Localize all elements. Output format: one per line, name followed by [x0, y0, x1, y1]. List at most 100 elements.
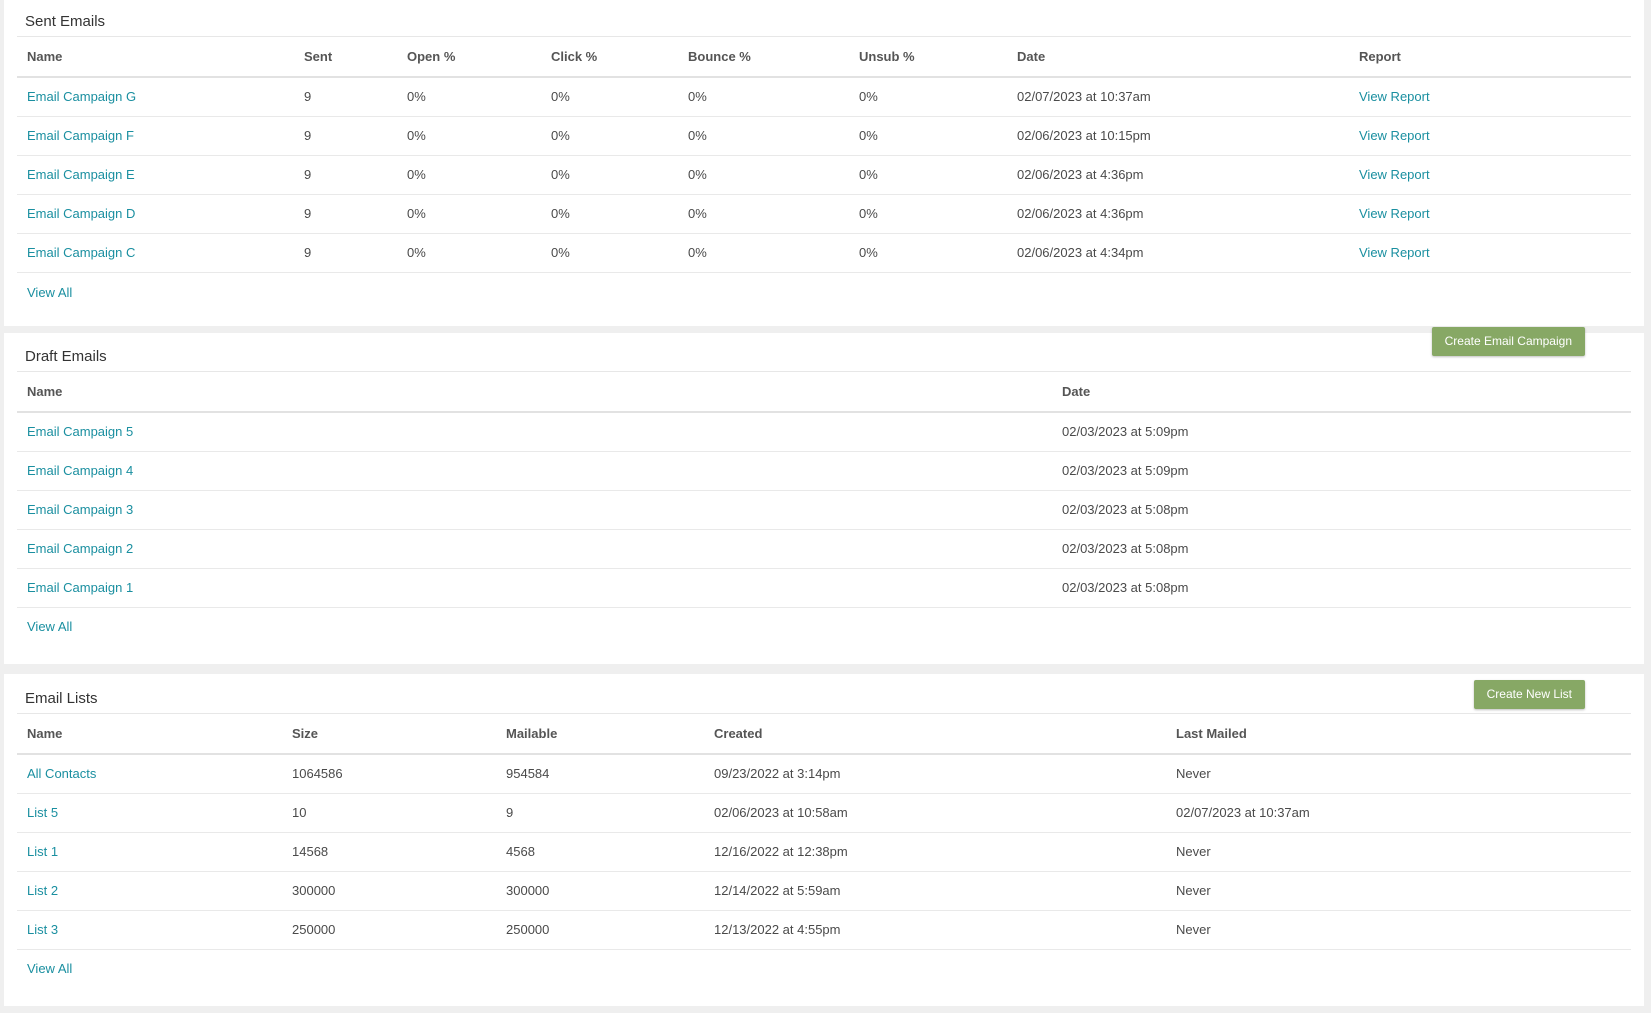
list-link[interactable]: List 1: [27, 844, 58, 859]
draft-date: 02/03/2023 at 5:08pm: [1052, 568, 1631, 608]
table-row: Email Campaign D 9 0% 0% 0% 0% 02/06/202…: [17, 194, 1631, 234]
sent-date: 02/07/2023 at 10:37am: [1007, 77, 1349, 117]
lists-view-all-link[interactable]: View All: [27, 961, 72, 976]
table-row: List 1 14568 4568 12/16/2022 at 12:38pm …: [17, 832, 1631, 872]
col-header-unsub[interactable]: Unsub %: [849, 37, 1007, 78]
list-link[interactable]: List 2: [27, 883, 58, 898]
list-last-mailed: Never: [1166, 871, 1631, 911]
email-lists-panel: Email Lists Create New List Name Size Ma…: [4, 674, 1644, 1006]
sent-emails-table: Name Sent Open % Click % Bounce % Unsub …: [17, 37, 1631, 273]
sent-emails-panel: Sent Emails Name Sent Open % Click % Bou…: [4, 0, 1644, 326]
list-last-mailed: 02/07/2023 at 10:37am: [1166, 793, 1631, 833]
list-mailable: 9: [496, 793, 704, 833]
list-mailable: 4568: [496, 832, 704, 872]
list-created: 02/06/2023 at 10:58am: [704, 793, 1166, 833]
sent-date: 02/06/2023 at 4:34pm: [1007, 233, 1349, 273]
email-lists-table: Name Size Mailable Created Last Mailed A…: [17, 714, 1631, 950]
col-header-date[interactable]: Date: [1052, 372, 1631, 413]
table-row: List 2 300000 300000 12/14/2022 at 5:59a…: [17, 871, 1631, 911]
list-last-mailed: Never: [1166, 832, 1631, 872]
table-row: Email Campaign G 9 0% 0% 0% 0% 02/07/202…: [17, 77, 1631, 117]
view-report-link[interactable]: View Report: [1359, 89, 1430, 104]
col-header-date[interactable]: Date: [1007, 37, 1349, 78]
col-header-name[interactable]: Name: [17, 37, 294, 78]
draft-campaign-link[interactable]: Email Campaign 2: [27, 541, 133, 556]
list-link[interactable]: List 5: [27, 805, 58, 820]
sent-emails-title: Sent Emails: [25, 13, 106, 30]
table-row: Email Campaign 3 02/03/2023 at 5:08pm: [17, 490, 1631, 530]
list-size: 300000: [282, 871, 496, 911]
list-link[interactable]: List 3: [27, 922, 58, 937]
view-report-link[interactable]: View Report: [1359, 245, 1430, 260]
draft-emails-panel: Draft Emails Create Email Campaign Name …: [4, 327, 1644, 664]
col-header-name[interactable]: Name: [17, 372, 1052, 413]
campaign-link[interactable]: Email Campaign G: [27, 89, 136, 104]
create-new-list-button[interactable]: Create New List: [1473, 680, 1585, 709]
open-rate: 0%: [397, 116, 541, 156]
view-report-link[interactable]: View Report: [1359, 206, 1430, 221]
click-rate: 0%: [541, 116, 678, 156]
table-row: Email Campaign 5 02/03/2023 at 5:09pm: [17, 412, 1631, 452]
col-header-created[interactable]: Created: [704, 714, 1166, 755]
col-header-name[interactable]: Name: [17, 714, 282, 755]
sent-date: 02/06/2023 at 4:36pm: [1007, 194, 1349, 234]
draft-emails-title: Draft Emails: [25, 348, 107, 365]
campaign-link[interactable]: Email Campaign F: [27, 128, 134, 143]
col-header-size[interactable]: Size: [282, 714, 496, 755]
sent-view-all-link[interactable]: View All: [27, 285, 72, 300]
list-last-mailed: Never: [1166, 754, 1631, 794]
sent-count: 9: [294, 77, 397, 117]
view-report-link[interactable]: View Report: [1359, 167, 1430, 182]
view-report-link[interactable]: View Report: [1359, 128, 1430, 143]
sent-count: 9: [294, 194, 397, 234]
email-lists-header: Email Lists Create New List: [17, 674, 1631, 714]
table-row: Email Campaign 1 02/03/2023 at 5:08pm: [17, 568, 1631, 608]
col-header-mailable[interactable]: Mailable: [496, 714, 704, 755]
bounce-rate: 0%: [678, 194, 849, 234]
open-rate: 0%: [397, 233, 541, 273]
sent-date: 02/06/2023 at 4:36pm: [1007, 155, 1349, 195]
col-header-sent[interactable]: Sent: [294, 37, 397, 78]
unsub-rate: 0%: [849, 116, 1007, 156]
list-created: 12/13/2022 at 4:55pm: [704, 910, 1166, 950]
unsub-rate: 0%: [849, 77, 1007, 117]
col-header-bounce[interactable]: Bounce %: [678, 37, 849, 78]
list-size: 250000: [282, 910, 496, 950]
table-row: List 3 250000 250000 12/13/2022 at 4:55p…: [17, 910, 1631, 950]
list-link[interactable]: All Contacts: [27, 766, 96, 781]
click-rate: 0%: [541, 77, 678, 117]
click-rate: 0%: [541, 194, 678, 234]
list-size: 1064586: [282, 754, 496, 794]
table-row: All Contacts 1064586 954584 09/23/2022 a…: [17, 754, 1631, 794]
click-rate: 0%: [541, 155, 678, 195]
campaign-link[interactable]: Email Campaign D: [27, 206, 135, 221]
draft-view-all-link[interactable]: View All: [27, 619, 72, 634]
list-created: 09/23/2022 at 3:14pm: [704, 754, 1166, 794]
draft-campaign-link[interactable]: Email Campaign 5: [27, 424, 133, 439]
draft-emails-header: Draft Emails Create Email Campaign: [17, 327, 1631, 372]
sent-date: 02/06/2023 at 10:15pm: [1007, 116, 1349, 156]
campaign-link[interactable]: Email Campaign C: [27, 245, 135, 260]
campaign-link[interactable]: Email Campaign E: [27, 167, 135, 182]
table-row: List 5 10 9 02/06/2023 at 10:58am 02/07/…: [17, 793, 1631, 833]
bounce-rate: 0%: [678, 233, 849, 273]
bounce-rate: 0%: [678, 116, 849, 156]
table-row: Email Campaign 2 02/03/2023 at 5:08pm: [17, 529, 1631, 569]
draft-campaign-link[interactable]: Email Campaign 3: [27, 502, 133, 517]
create-email-campaign-button[interactable]: Create Email Campaign: [1431, 327, 1585, 356]
table-row: Email Campaign 4 02/03/2023 at 5:09pm: [17, 451, 1631, 491]
col-header-report: Report: [1349, 37, 1631, 78]
col-header-open[interactable]: Open %: [397, 37, 541, 78]
click-rate: 0%: [541, 233, 678, 273]
col-header-last-mailed[interactable]: Last Mailed: [1166, 714, 1631, 755]
open-rate: 0%: [397, 77, 541, 117]
list-size: 14568: [282, 832, 496, 872]
draft-campaign-link[interactable]: Email Campaign 4: [27, 463, 133, 478]
unsub-rate: 0%: [849, 233, 1007, 273]
sent-count: 9: [294, 116, 397, 156]
draft-date: 02/03/2023 at 5:09pm: [1052, 451, 1631, 491]
sent-count: 9: [294, 155, 397, 195]
col-header-click[interactable]: Click %: [541, 37, 678, 78]
draft-campaign-link[interactable]: Email Campaign 1: [27, 580, 133, 595]
list-size: 10: [282, 793, 496, 833]
